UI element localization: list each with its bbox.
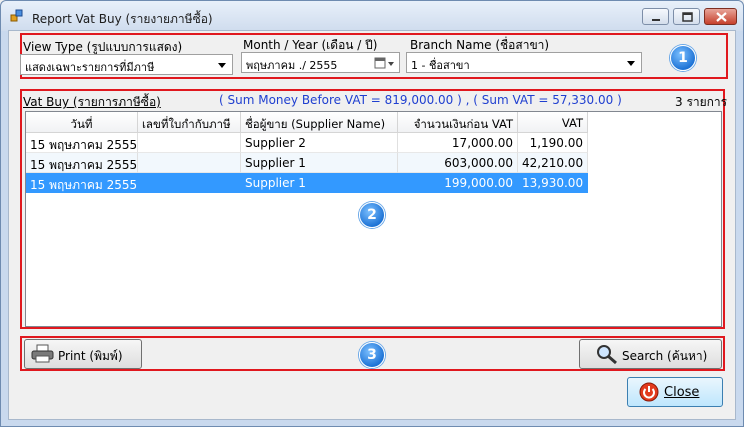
cell-amount-before-vat: 17,000.00 — [398, 133, 518, 153]
column-header-date[interactable]: วันที่ — [26, 112, 138, 133]
cell-vat: 42,210.00 — [518, 153, 588, 173]
close-window-icon — [716, 12, 727, 22]
cell-tax-invoice-no — [138, 133, 241, 153]
cell-date: 15 พฤษภาคม 2555 — [26, 173, 138, 193]
minimize-icon — [652, 19, 660, 21]
power-icon — [639, 382, 659, 402]
printer-icon — [31, 344, 54, 363]
view-type-value: แสดงเฉพาะรายการที่มีภาษี — [25, 61, 155, 74]
magnifier-icon — [597, 345, 617, 365]
column-header-vat[interactable]: VAT — [518, 112, 588, 133]
month-year-value: พฤษภาคม ./ 2555 — [246, 59, 338, 72]
table-row-selected[interactable]: 15 พฤษภาคม 2555 Supplier 1 199,000.00 13… — [26, 173, 588, 193]
column-header-supplier-name[interactable]: ชื่อผู้ขาย (Supplier Name) — [241, 112, 398, 133]
branch-dropdown[interactable]: 1 - ชื่อสาขา — [406, 52, 642, 73]
maximize-icon — [682, 12, 693, 22]
annotation-badge-1: 1 — [670, 45, 696, 71]
calendar-icon — [374, 57, 394, 69]
title-bar: Report Vat Buy (รายงายภาษีซื้อ) — [1, 1, 743, 31]
annotation-badge-3: 3 — [359, 342, 385, 368]
section-title-text: Vat Buy (รายการภาษีซื้อ) — [23, 95, 161, 109]
totals-summary: ( Sum Money Before VAT = 819,000.00 ) , … — [219, 93, 622, 107]
close-button[interactable]: Close — [627, 377, 723, 407]
view-type-dropdown[interactable]: แสดงเฉพาะรายการที่มีภาษี — [20, 54, 233, 75]
column-header-amount-before-vat[interactable]: จำนวนเงินก่อน VAT — [398, 112, 518, 133]
record-count: 3 รายการ — [675, 95, 728, 109]
cell-supplier-name: Supplier 2 — [241, 133, 398, 153]
table-row[interactable]: 15 พฤษภาคม 2555 Supplier 2 17,000.00 1,1… — [26, 133, 588, 153]
annotation-badge-2: 2 — [359, 202, 385, 228]
table-row[interactable]: 15 พฤษภาคม 2555 Supplier 1 603,000.00 42… — [26, 153, 588, 173]
close-label: Close — [664, 385, 700, 400]
cell-vat: 1,190.00 — [518, 133, 588, 153]
app-icon — [10, 9, 23, 22]
maximize-button[interactable] — [673, 8, 700, 25]
section-title: Vat Buy (รายการภาษีซื้อ) — [23, 93, 161, 112]
minimize-button[interactable] — [642, 8, 669, 25]
branch-value: 1 - ชื่อสาขา — [411, 59, 470, 72]
search-button[interactable]: Search (ค้นหา) — [579, 339, 722, 369]
column-header-tax-invoice-no[interactable]: เลขที่ใบกำกับภาษี — [138, 112, 241, 133]
cell-vat: 13,930.00 — [518, 173, 588, 193]
cell-amount-before-vat: 199,000.00 — [398, 173, 518, 193]
month-year-picker[interactable]: พฤษภาคม ./ 2555 — [241, 52, 400, 73]
search-label: Search (ค้นหา) — [622, 349, 708, 363]
window-title: Report Vat Buy (รายงายภาษีซื้อ) — [32, 12, 213, 26]
cell-supplier-name: Supplier 1 — [241, 153, 398, 173]
cell-supplier-name: Supplier 1 — [241, 173, 398, 193]
cell-date: 15 พฤษภาคม 2555 — [26, 153, 138, 173]
cell-tax-invoice-no — [138, 153, 241, 173]
chevron-down-icon — [218, 63, 226, 68]
print-button[interactable]: Print (พิมพ์) — [24, 339, 142, 369]
chevron-down-icon — [627, 61, 635, 66]
print-label: Print (พิมพ์) — [58, 349, 123, 363]
cell-amount-before-vat: 603,000.00 — [398, 153, 518, 173]
close-window-button[interactable] — [704, 8, 737, 25]
cell-tax-invoice-no — [138, 173, 241, 193]
cell-date: 15 พฤษภาคม 2555 — [26, 133, 138, 153]
